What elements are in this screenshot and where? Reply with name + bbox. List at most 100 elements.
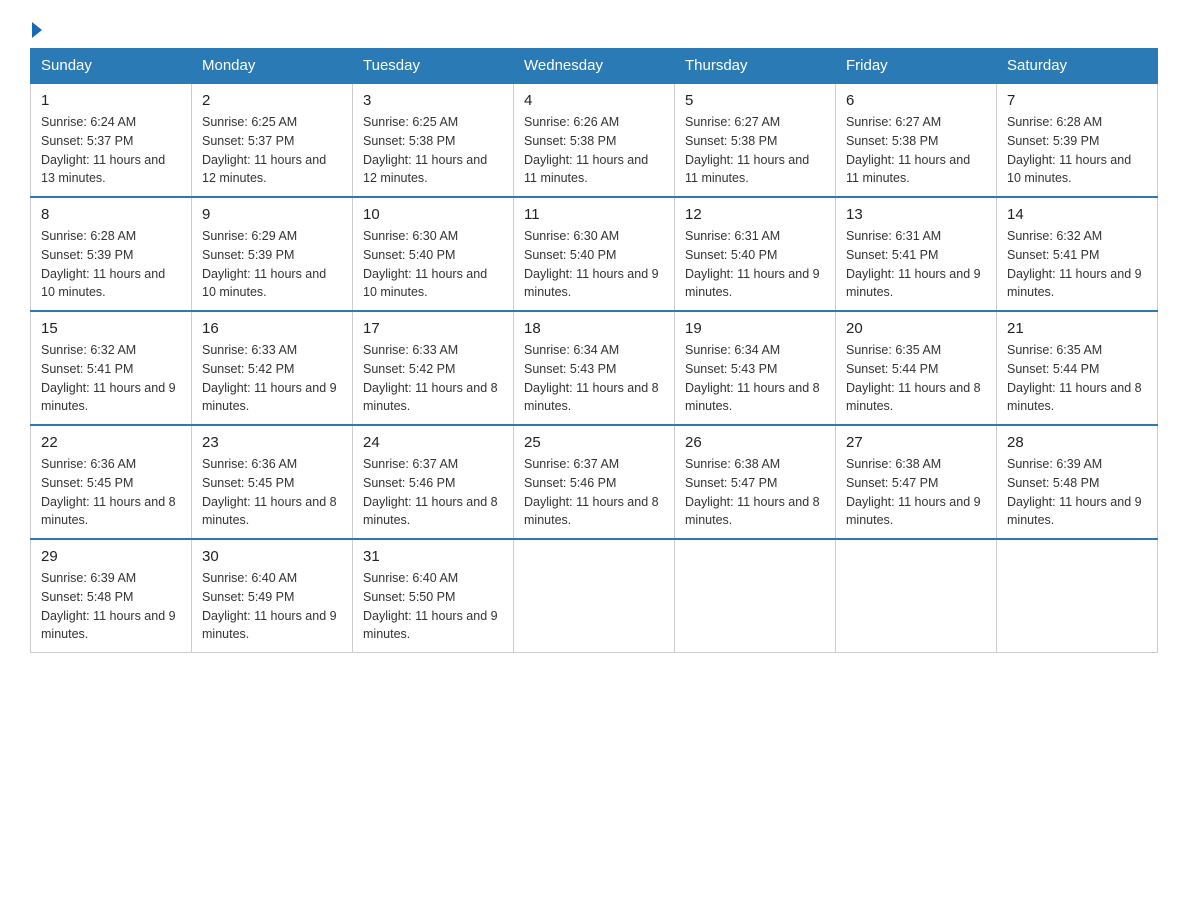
calendar-cell: 4 Sunrise: 6:26 AM Sunset: 5:38 PM Dayli… — [514, 83, 675, 197]
day-number: 14 — [1007, 206, 1147, 223]
calendar-body: 1 Sunrise: 6:24 AM Sunset: 5:37 PM Dayli… — [31, 83, 1158, 653]
calendar-cell: 9 Sunrise: 6:29 AM Sunset: 5:39 PM Dayli… — [192, 197, 353, 311]
calendar-cell: 3 Sunrise: 6:25 AM Sunset: 5:38 PM Dayli… — [353, 83, 514, 197]
day-number: 2 — [202, 92, 342, 109]
day-number: 6 — [846, 92, 986, 109]
calendar-cell: 18 Sunrise: 6:34 AM Sunset: 5:43 PM Dayl… — [514, 311, 675, 425]
day-info: Sunrise: 6:27 AM Sunset: 5:38 PM Dayligh… — [685, 113, 825, 188]
calendar-cell — [675, 539, 836, 653]
day-number: 25 — [524, 434, 664, 451]
day-of-week-header: Monday — [192, 49, 353, 84]
calendar-week-row: 1 Sunrise: 6:24 AM Sunset: 5:37 PM Dayli… — [31, 83, 1158, 197]
calendar-cell: 5 Sunrise: 6:27 AM Sunset: 5:38 PM Dayli… — [675, 83, 836, 197]
calendar-cell: 17 Sunrise: 6:33 AM Sunset: 5:42 PM Dayl… — [353, 311, 514, 425]
calendar-cell: 24 Sunrise: 6:37 AM Sunset: 5:46 PM Dayl… — [353, 425, 514, 539]
day-number: 29 — [41, 548, 181, 565]
day-of-week-header: Saturday — [997, 49, 1158, 84]
day-info: Sunrise: 6:34 AM Sunset: 5:43 PM Dayligh… — [685, 341, 825, 416]
day-number: 31 — [363, 548, 503, 565]
calendar-cell: 29 Sunrise: 6:39 AM Sunset: 5:48 PM Dayl… — [31, 539, 192, 653]
day-info: Sunrise: 6:37 AM Sunset: 5:46 PM Dayligh… — [363, 455, 503, 530]
day-info: Sunrise: 6:28 AM Sunset: 5:39 PM Dayligh… — [41, 227, 181, 302]
day-info: Sunrise: 6:36 AM Sunset: 5:45 PM Dayligh… — [41, 455, 181, 530]
calendar-cell: 7 Sunrise: 6:28 AM Sunset: 5:39 PM Dayli… — [997, 83, 1158, 197]
calendar-cell: 23 Sunrise: 6:36 AM Sunset: 5:45 PM Dayl… — [192, 425, 353, 539]
calendar-cell: 6 Sunrise: 6:27 AM Sunset: 5:38 PM Dayli… — [836, 83, 997, 197]
day-info: Sunrise: 6:31 AM Sunset: 5:40 PM Dayligh… — [685, 227, 825, 302]
day-number: 7 — [1007, 92, 1147, 109]
day-number: 10 — [363, 206, 503, 223]
day-number: 20 — [846, 320, 986, 337]
day-number: 22 — [41, 434, 181, 451]
day-number: 28 — [1007, 434, 1147, 451]
day-number: 3 — [363, 92, 503, 109]
page-header — [30, 20, 1158, 38]
calendar-week-row: 8 Sunrise: 6:28 AM Sunset: 5:39 PM Dayli… — [31, 197, 1158, 311]
day-info: Sunrise: 6:33 AM Sunset: 5:42 PM Dayligh… — [363, 341, 503, 416]
day-number: 18 — [524, 320, 664, 337]
day-number: 27 — [846, 434, 986, 451]
day-info: Sunrise: 6:35 AM Sunset: 5:44 PM Dayligh… — [846, 341, 986, 416]
day-number: 30 — [202, 548, 342, 565]
day-of-week-header: Friday — [836, 49, 997, 84]
day-info: Sunrise: 6:39 AM Sunset: 5:48 PM Dayligh… — [41, 569, 181, 644]
day-info: Sunrise: 6:25 AM Sunset: 5:37 PM Dayligh… — [202, 113, 342, 188]
day-info: Sunrise: 6:24 AM Sunset: 5:37 PM Dayligh… — [41, 113, 181, 188]
calendar-cell: 30 Sunrise: 6:40 AM Sunset: 5:49 PM Dayl… — [192, 539, 353, 653]
calendar-cell: 28 Sunrise: 6:39 AM Sunset: 5:48 PM Dayl… — [997, 425, 1158, 539]
calendar-cell: 10 Sunrise: 6:30 AM Sunset: 5:40 PM Dayl… — [353, 197, 514, 311]
day-info: Sunrise: 6:40 AM Sunset: 5:50 PM Dayligh… — [363, 569, 503, 644]
day-info: Sunrise: 6:35 AM Sunset: 5:44 PM Dayligh… — [1007, 341, 1147, 416]
day-info: Sunrise: 6:39 AM Sunset: 5:48 PM Dayligh… — [1007, 455, 1147, 530]
day-info: Sunrise: 6:26 AM Sunset: 5:38 PM Dayligh… — [524, 113, 664, 188]
day-number: 24 — [363, 434, 503, 451]
day-info: Sunrise: 6:34 AM Sunset: 5:43 PM Dayligh… — [524, 341, 664, 416]
calendar-cell: 16 Sunrise: 6:33 AM Sunset: 5:42 PM Dayl… — [192, 311, 353, 425]
calendar-cell: 14 Sunrise: 6:32 AM Sunset: 5:41 PM Dayl… — [997, 197, 1158, 311]
calendar-cell — [836, 539, 997, 653]
day-number: 8 — [41, 206, 181, 223]
calendar-cell: 12 Sunrise: 6:31 AM Sunset: 5:40 PM Dayl… — [675, 197, 836, 311]
day-number: 21 — [1007, 320, 1147, 337]
calendar-header: SundayMondayTuesdayWednesdayThursdayFrid… — [31, 49, 1158, 84]
calendar-cell: 21 Sunrise: 6:35 AM Sunset: 5:44 PM Dayl… — [997, 311, 1158, 425]
calendar-week-row: 22 Sunrise: 6:36 AM Sunset: 5:45 PM Dayl… — [31, 425, 1158, 539]
day-info: Sunrise: 6:32 AM Sunset: 5:41 PM Dayligh… — [41, 341, 181, 416]
day-number: 1 — [41, 92, 181, 109]
calendar-cell: 22 Sunrise: 6:36 AM Sunset: 5:45 PM Dayl… — [31, 425, 192, 539]
day-of-week-header: Tuesday — [353, 49, 514, 84]
logo-arrow-icon — [32, 22, 42, 38]
day-of-week-header: Thursday — [675, 49, 836, 84]
calendar-cell — [997, 539, 1158, 653]
day-info: Sunrise: 6:40 AM Sunset: 5:49 PM Dayligh… — [202, 569, 342, 644]
calendar-cell: 13 Sunrise: 6:31 AM Sunset: 5:41 PM Dayl… — [836, 197, 997, 311]
calendar-cell: 1 Sunrise: 6:24 AM Sunset: 5:37 PM Dayli… — [31, 83, 192, 197]
day-number: 12 — [685, 206, 825, 223]
day-number: 26 — [685, 434, 825, 451]
day-info: Sunrise: 6:38 AM Sunset: 5:47 PM Dayligh… — [846, 455, 986, 530]
day-of-week-header: Sunday — [31, 49, 192, 84]
day-info: Sunrise: 6:29 AM Sunset: 5:39 PM Dayligh… — [202, 227, 342, 302]
day-info: Sunrise: 6:32 AM Sunset: 5:41 PM Dayligh… — [1007, 227, 1147, 302]
calendar-cell: 20 Sunrise: 6:35 AM Sunset: 5:44 PM Dayl… — [836, 311, 997, 425]
day-number: 17 — [363, 320, 503, 337]
logo — [30, 20, 42, 38]
day-info: Sunrise: 6:36 AM Sunset: 5:45 PM Dayligh… — [202, 455, 342, 530]
day-info: Sunrise: 6:37 AM Sunset: 5:46 PM Dayligh… — [524, 455, 664, 530]
day-info: Sunrise: 6:27 AM Sunset: 5:38 PM Dayligh… — [846, 113, 986, 188]
calendar-week-row: 15 Sunrise: 6:32 AM Sunset: 5:41 PM Dayl… — [31, 311, 1158, 425]
calendar-cell: 19 Sunrise: 6:34 AM Sunset: 5:43 PM Dayl… — [675, 311, 836, 425]
day-info: Sunrise: 6:28 AM Sunset: 5:39 PM Dayligh… — [1007, 113, 1147, 188]
day-of-week-header: Wednesday — [514, 49, 675, 84]
calendar-cell: 2 Sunrise: 6:25 AM Sunset: 5:37 PM Dayli… — [192, 83, 353, 197]
day-number: 23 — [202, 434, 342, 451]
calendar-cell: 11 Sunrise: 6:30 AM Sunset: 5:40 PM Dayl… — [514, 197, 675, 311]
day-number: 13 — [846, 206, 986, 223]
calendar-cell: 26 Sunrise: 6:38 AM Sunset: 5:47 PM Dayl… — [675, 425, 836, 539]
day-number: 4 — [524, 92, 664, 109]
calendar-cell: 15 Sunrise: 6:32 AM Sunset: 5:41 PM Dayl… — [31, 311, 192, 425]
calendar-cell: 31 Sunrise: 6:40 AM Sunset: 5:50 PM Dayl… — [353, 539, 514, 653]
day-number: 19 — [685, 320, 825, 337]
calendar-cell — [514, 539, 675, 653]
day-number: 11 — [524, 206, 664, 223]
